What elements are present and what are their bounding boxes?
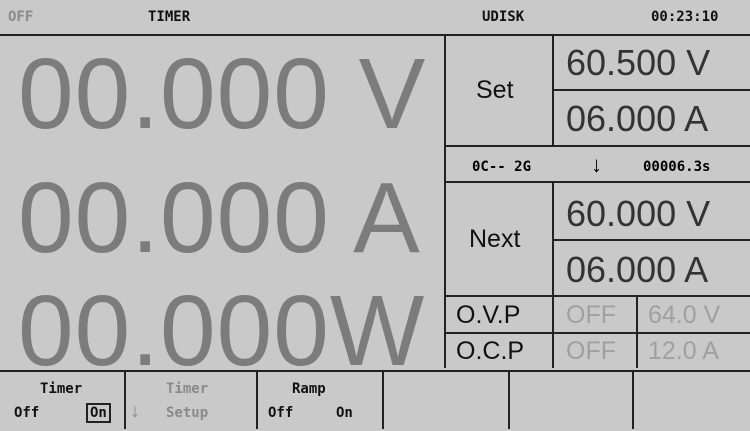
ocp-state[interactable]: OFF [566,337,616,366]
next-divider [552,183,554,368]
set-label: Set [476,76,514,104]
sequence-elapsed: 00006.3s [643,159,711,175]
ovp-bottom-line [446,332,750,334]
output-state-indicator: OFF [8,9,34,25]
next-voltage-value[interactable]: 60.000 V [566,193,710,235]
next-current-value[interactable]: 06.000 A [566,249,708,291]
sequence-bottom-line [446,181,750,183]
arrow-down-icon: ↓ [591,152,602,177]
softkey-divider [124,372,126,429]
timer-off-option[interactable]: Off [14,405,39,421]
softkey-5[interactable] [510,372,632,429]
timer-setup-subtitle: Setup [166,405,209,421]
set-current-value[interactable]: 06.000 A [566,98,708,140]
sequence-step: 0C-- 2G [472,159,532,175]
softkey-4[interactable] [384,372,508,429]
mode-indicator: TIMER [148,9,191,25]
next-label: Next [469,225,521,253]
ovp-value[interactable]: 64.0 V [648,301,720,330]
storage-indicator: UDISK [482,9,525,25]
status-bar [0,0,750,36]
ocp-value[interactable]: 12.0 A [648,337,719,366]
softkey-divider [256,372,258,429]
ocp-label: O.C.P [456,337,525,365]
timer-softkey-title: Timer [40,381,83,397]
power-reading: 00.000W [18,275,426,387]
set-row-divider [554,89,750,91]
ovp-state[interactable]: OFF [566,301,616,330]
set-voltage-value[interactable]: 60.500 V [566,42,710,84]
next-row-divider [554,239,750,241]
current-reading: 00.000 A [18,162,421,274]
protection-value-divider [636,297,638,368]
softkey-6[interactable] [634,372,750,429]
voltage-reading: 00.000 V [18,38,427,150]
panel-divider [444,34,446,368]
ovp-label: O.V.P [456,301,521,329]
set-bottom-line [446,145,750,147]
timer-setup-title: Timer [166,381,209,397]
next-bottom-line [446,295,750,297]
ramp-off-option[interactable]: Off [268,405,293,421]
ramp-on-option[interactable]: On [336,405,353,421]
arrow-down-icon: ↓ [130,400,140,422]
ramp-softkey-title: Ramp [292,381,326,397]
timer-on-option[interactable]: On [86,403,111,423]
clock: 00:23:10 [651,9,719,25]
